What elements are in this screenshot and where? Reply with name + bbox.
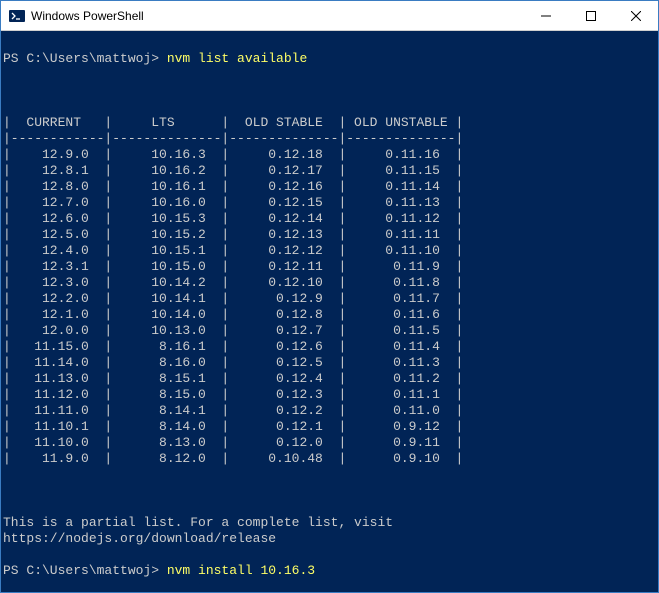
table-row: | 11.11.0 | 8.14.1 | 0.12.2 | 0.11.0 | — [3, 403, 656, 419]
table-row: | 12.2.0 | 10.14.1 | 0.12.9 | 0.11.7 | — [3, 291, 656, 307]
partial-list-msg: This is a partial list. For a complete l… — [3, 515, 656, 547]
prompt-path: PS C:\Users\mattwoj> — [3, 563, 167, 578]
minimize-button[interactable] — [523, 1, 568, 30]
powershell-icon — [9, 8, 25, 24]
table-row: | 12.0.0 | 10.13.0 | 0.12.7 | 0.11.5 | — [3, 323, 656, 339]
table-row: | 12.8.0 | 10.16.1 | 0.12.16 | 0.11.14 | — [3, 179, 656, 195]
window-title: Windows PowerShell — [31, 9, 523, 23]
command-text: nvm list available — [167, 51, 307, 66]
window-controls — [523, 1, 658, 30]
table-row: | 12.7.0 | 10.16.0 | 0.12.15 | 0.11.13 | — [3, 195, 656, 211]
table-row: | 11.12.0 | 8.15.0 | 0.12.3 | 0.11.1 | — [3, 387, 656, 403]
table-row: | 11.15.0 | 8.16.1 | 0.12.6 | 0.11.4 | — [3, 339, 656, 355]
table-row: | 12.4.0 | 10.15.1 | 0.12.12 | 0.11.10 | — [3, 243, 656, 259]
version-table: | CURRENT | LTS | OLD STABLE | OLD UNSTA… — [3, 115, 656, 467]
prompt-line: PS C:\Users\mattwoj> nvm list available — [3, 51, 656, 67]
powershell-window: Windows PowerShell PS C:\Users\mattwoj> … — [0, 0, 659, 593]
table-row: | 12.5.0 | 10.15.2 | 0.12.13 | 0.11.11 | — [3, 227, 656, 243]
table-row: | 11.14.0 | 8.16.0 | 0.12.5 | 0.11.3 | — [3, 355, 656, 371]
table-row: | 12.1.0 | 10.14.0 | 0.12.8 | 0.11.6 | — [3, 307, 656, 323]
table-row: | 11.10.1 | 8.14.0 | 0.12.1 | 0.9.12 | — [3, 419, 656, 435]
blank-line — [3, 483, 656, 499]
table-row: | 11.10.0 | 8.13.0 | 0.12.0 | 0.9.11 | — [3, 435, 656, 451]
terminal-output[interactable]: PS C:\Users\mattwoj> nvm list available … — [1, 31, 658, 592]
table-row: | 11.9.0 | 8.12.0 | 0.10.48 | 0.9.10 | — [3, 451, 656, 467]
prompt-line: PS C:\Users\mattwoj> nvm install 10.16.3 — [3, 563, 656, 579]
blank-line — [3, 83, 656, 99]
close-button[interactable] — [613, 1, 658, 30]
maximize-button[interactable] — [568, 1, 613, 30]
table-row: | 12.3.1 | 10.15.0 | 0.12.11 | 0.11.9 | — [3, 259, 656, 275]
table-row: |------------|--------------|-----------… — [3, 131, 656, 147]
command-text: nvm install 10.16.3 — [167, 563, 315, 578]
table-row: | 12.3.0 | 10.14.2 | 0.12.10 | 0.11.8 | — [3, 275, 656, 291]
table-row: | 11.13.0 | 8.15.1 | 0.12.4 | 0.11.2 | — [3, 371, 656, 387]
prompt-path: PS C:\Users\mattwoj> — [3, 51, 167, 66]
table-row: | CURRENT | LTS | OLD STABLE | OLD UNSTA… — [3, 115, 656, 131]
table-row: | 12.8.1 | 10.16.2 | 0.12.17 | 0.11.15 | — [3, 163, 656, 179]
table-row: | 12.9.0 | 10.16.3 | 0.12.18 | 0.11.16 | — [3, 147, 656, 163]
table-row: | 12.6.0 | 10.15.3 | 0.12.14 | 0.11.12 | — [3, 211, 656, 227]
titlebar[interactable]: Windows PowerShell — [1, 1, 658, 31]
